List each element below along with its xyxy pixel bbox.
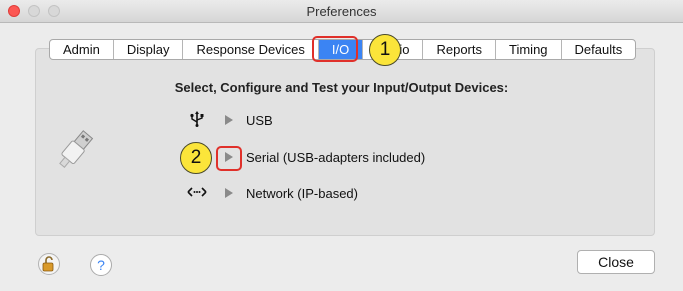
serial-arrow-highlight [216,146,242,171]
tab-defaults[interactable]: Defaults [562,40,636,59]
io-tab-highlight [312,36,358,62]
annotation-badge-2: 2 [180,142,212,174]
tab-response-devices[interactable]: Response Devices [183,40,319,59]
usb-disclosure-arrow[interactable] [224,115,234,125]
network-arrows-icon [184,185,210,201]
usb-cable-icon [59,130,94,168]
unlocked-padlock-icon [42,256,54,272]
usb-label: USB [246,112,273,128]
panel-heading: Select, Configure and Test your Input/Ou… [174,80,509,95]
tab-admin[interactable]: Admin [50,40,114,59]
tab-reports[interactable]: Reports [423,40,496,59]
title-bar: Preferences [0,0,683,23]
lock-button[interactable] [38,253,60,275]
network-disclosure-arrow[interactable] [224,188,234,198]
network-label: Network (IP-based) [246,185,358,201]
tab-timing[interactable]: Timing [496,40,562,59]
annotation-badge-1: 1 [369,34,401,66]
tab-display[interactable]: Display [114,40,184,59]
serial-label: Serial (USB-adapters included) [246,149,426,165]
window-title: Preferences [306,4,377,19]
device-row-network: Network (IP-based) [184,184,358,202]
io-panel [35,48,655,236]
device-row-usb: USB [184,110,273,130]
usb-symbol-icon [184,110,210,130]
preferences-window: Preferences Admin Display Response Devic… [0,0,683,291]
help-button[interactable]: ? [90,254,112,276]
close-button[interactable]: Close [577,250,655,274]
